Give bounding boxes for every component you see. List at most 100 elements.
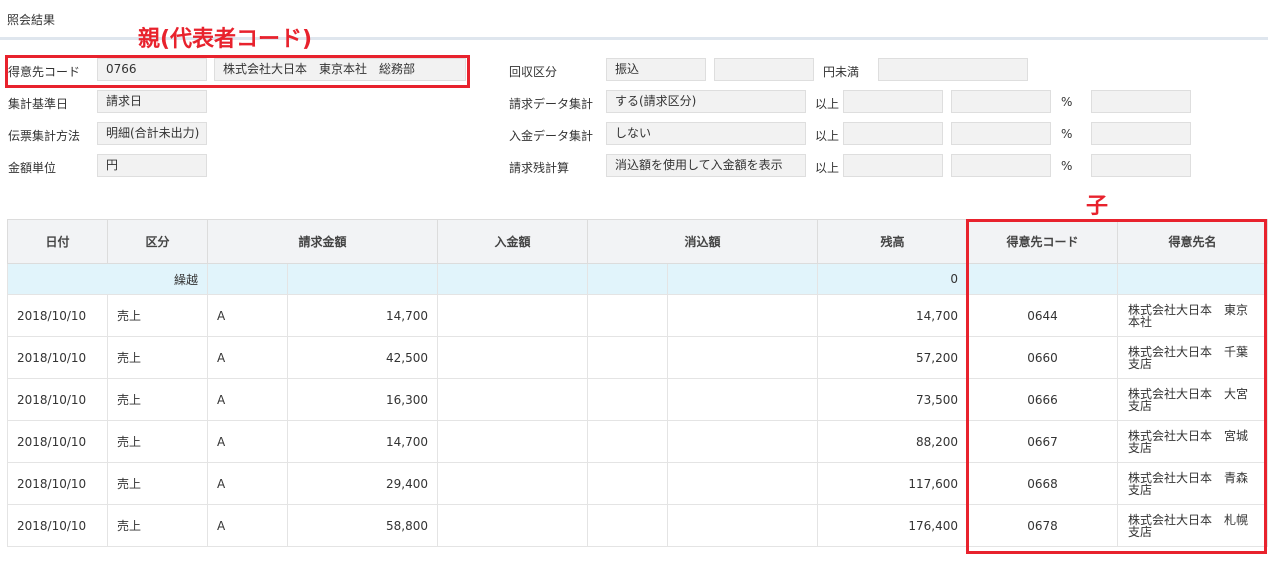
collection-field-3[interactable] xyxy=(878,58,1028,81)
billing-balance-extra-field[interactable] xyxy=(1091,154,1191,177)
row-date: 2018/10/10 xyxy=(7,420,108,463)
collection-label: 回収区分 xyxy=(509,65,558,79)
billing-balance-percent-field[interactable] xyxy=(951,154,1051,177)
col-header-balance[interactable]: 残高 xyxy=(817,219,968,264)
col-header-date[interactable]: 日付 xyxy=(7,219,108,264)
customer-code-label: 得意先コード xyxy=(8,65,81,79)
cell xyxy=(437,263,588,295)
row-date: 2018/10/10 xyxy=(7,336,108,379)
row-date: 2018/10/10 xyxy=(7,462,108,505)
row-reconcile xyxy=(587,294,668,337)
cell xyxy=(667,263,818,295)
row-billing: 58,800 xyxy=(287,504,438,547)
payment-data-threshold[interactable] xyxy=(843,122,943,145)
amount-unit-label: 金額単位 xyxy=(8,161,57,175)
row-reconcile-2 xyxy=(667,462,818,505)
cell xyxy=(287,263,438,295)
row-balance: 88,200 xyxy=(817,420,968,463)
row-date: 2018/10/10 xyxy=(7,504,108,547)
row-reconcile-2 xyxy=(667,294,818,337)
col-header-payment[interactable]: 入金額 xyxy=(437,219,588,264)
row-type: 売上 xyxy=(107,336,208,379)
collection-field-2[interactable] xyxy=(714,58,814,81)
child-annotation: 子 xyxy=(1086,194,1109,219)
row-billing: 14,700 xyxy=(287,420,438,463)
row-reconcile xyxy=(587,336,668,379)
billing-data-field[interactable]: する(請求区分) xyxy=(606,90,806,113)
row-payment xyxy=(437,420,588,463)
collection-field[interactable]: 振込 xyxy=(606,58,706,81)
agg-basis-label: 集計基準日 xyxy=(8,97,69,111)
row-balance: 57,200 xyxy=(817,336,968,379)
row-type: 売上 xyxy=(107,420,208,463)
slip-method-field[interactable]: 明細(合計未出力) xyxy=(97,122,207,145)
row-tax: A xyxy=(207,294,288,337)
row-payment xyxy=(437,336,588,379)
collection-unit: 円未満 xyxy=(823,65,860,79)
row-type: 売上 xyxy=(107,504,208,547)
row-date: 2018/10/10 xyxy=(7,378,108,421)
row-payment xyxy=(437,462,588,505)
amount-unit-field[interactable]: 円 xyxy=(97,154,207,177)
row-billing: 16,300 xyxy=(287,378,438,421)
customer-code-field[interactable]: 0766 xyxy=(97,58,207,81)
row-type: 売上 xyxy=(107,462,208,505)
col-header-reconcile[interactable]: 消込額 xyxy=(587,219,818,264)
row-reconcile xyxy=(587,420,668,463)
row-reconcile-2 xyxy=(667,336,818,379)
payment-data-above: 以上 xyxy=(815,129,840,143)
parent-annotation: 親(代表者コード) xyxy=(138,27,313,52)
row-payment xyxy=(437,378,588,421)
row-balance: 73,500 xyxy=(817,378,968,421)
row-type: 売上 xyxy=(107,378,208,421)
payment-data-percent-field[interactable] xyxy=(951,122,1051,145)
agg-basis-field[interactable]: 請求日 xyxy=(97,90,207,113)
page-title: 照会結果 xyxy=(7,13,56,27)
col-header-billing[interactable]: 請求金額 xyxy=(207,219,438,264)
billing-balance-pct: % xyxy=(1061,159,1073,173)
billing-data-label: 請求データ集計 xyxy=(509,97,594,111)
row-reconcile-2 xyxy=(667,378,818,421)
billing-data-extra-field[interactable] xyxy=(1091,90,1191,113)
billing-balance-above: 以上 xyxy=(815,161,840,175)
payment-data-extra-field[interactable] xyxy=(1091,122,1191,145)
row-reconcile xyxy=(587,504,668,547)
cell xyxy=(207,263,288,295)
row-tax: A xyxy=(207,378,288,421)
carry-balance: 0 xyxy=(817,263,968,295)
row-balance: 176,400 xyxy=(817,504,968,547)
row-billing: 29,400 xyxy=(287,462,438,505)
row-tax: A xyxy=(207,504,288,547)
row-tax: A xyxy=(207,462,288,505)
row-billing: 14,700 xyxy=(287,294,438,337)
carry-label: 繰越 xyxy=(7,263,208,295)
slip-method-label: 伝票集計方法 xyxy=(8,129,81,143)
billing-balance-threshold[interactable] xyxy=(843,154,943,177)
row-tax: A xyxy=(207,336,288,379)
row-billing: 42,500 xyxy=(287,336,438,379)
customer-name-field[interactable]: 株式会社大日本 東京本社 総務部 xyxy=(214,58,466,81)
row-date: 2018/10/10 xyxy=(7,294,108,337)
row-balance: 14,700 xyxy=(817,294,968,337)
row-tax: A xyxy=(207,420,288,463)
row-reconcile xyxy=(587,462,668,505)
row-reconcile xyxy=(587,378,668,421)
child-highlight-box xyxy=(966,219,1267,554)
billing-data-pct: % xyxy=(1061,95,1073,109)
billing-data-threshold[interactable] xyxy=(843,90,943,113)
row-reconcile-2 xyxy=(667,504,818,547)
cell xyxy=(587,263,668,295)
row-balance: 117,600 xyxy=(817,462,968,505)
row-payment xyxy=(437,504,588,547)
row-type: 売上 xyxy=(107,294,208,337)
col-header-type[interactable]: 区分 xyxy=(107,219,208,264)
billing-balance-label: 請求残計算 xyxy=(509,161,570,175)
row-payment xyxy=(437,294,588,337)
billing-balance-field[interactable]: 消込額を使用して入金額を表示 xyxy=(606,154,806,177)
row-reconcile-2 xyxy=(667,420,818,463)
billing-data-percent-field[interactable] xyxy=(951,90,1051,113)
billing-data-above: 以上 xyxy=(815,97,840,111)
payment-data-label: 入金データ集計 xyxy=(509,129,594,143)
payment-data-pct: % xyxy=(1061,127,1073,141)
payment-data-field[interactable]: しない xyxy=(606,122,806,145)
